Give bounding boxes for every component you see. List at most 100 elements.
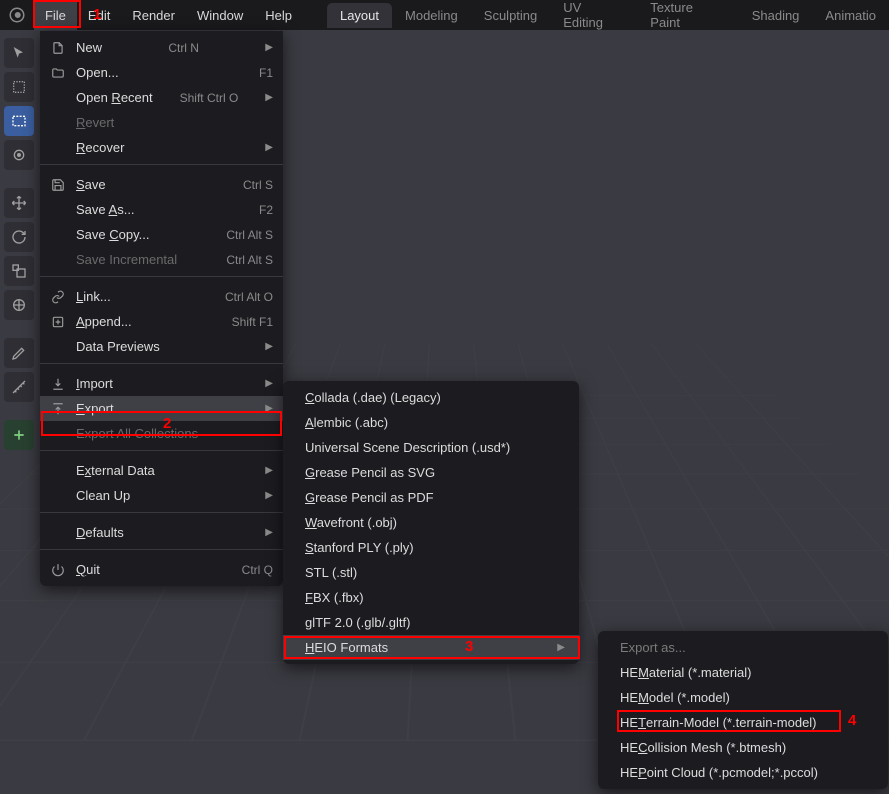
submenu-arrow-icon: ▶: [265, 465, 273, 476]
menu-item-label: Open...: [76, 65, 119, 80]
heio-he-material-material[interactable]: HE Material (*.material): [598, 660, 888, 685]
tool-annotate[interactable]: [4, 338, 34, 368]
submenu-arrow-icon: ▶: [557, 642, 565, 653]
submenu-item-label: glTF 2.0 (.glb/.gltf): [305, 615, 410, 630]
tool-add[interactable]: [4, 420, 34, 450]
file-menu-revert: Revert: [40, 110, 283, 135]
file-menu-save-as[interactable]: Save As...F2: [40, 197, 283, 222]
tool-select-box[interactable]: [4, 72, 34, 102]
heio-he-terrain-model-terrain-model[interactable]: HE Terrain-Model (*.terrain-model): [598, 710, 888, 735]
heio-he-collision-mesh-btmesh[interactable]: HE Collision Mesh (*.btmesh): [598, 735, 888, 760]
menu-item-label: Save Copy...: [76, 227, 149, 242]
menu-item-label: External Data: [76, 463, 155, 478]
tool-move[interactable]: [4, 188, 34, 218]
export-gltf-2-0-glb-gltf[interactable]: glTF 2.0 (.glb/.gltf): [283, 610, 579, 635]
file-menu-new[interactable]: NewCtrl N▶: [40, 35, 283, 60]
menu-item-label: Data Previews: [76, 339, 160, 354]
export-wavefront-obj[interactable]: Wavefront (.obj): [283, 510, 579, 535]
file-menu-defaults[interactable]: Defaults▶: [40, 520, 283, 545]
tab-texture-paint[interactable]: Texture Paint: [637, 0, 738, 35]
export-fbx-fbx[interactable]: FBX (.fbx): [283, 585, 579, 610]
menu-item-label: Save As...: [76, 202, 135, 217]
menu-separator: [40, 450, 283, 458]
file-menu-quit[interactable]: Quit Ctrl Q: [40, 557, 283, 582]
menu-separator: [40, 512, 283, 520]
menu-file[interactable]: File: [34, 0, 77, 30]
export-stl-stl[interactable]: STL (.stl): [283, 560, 579, 585]
menu-window[interactable]: Window: [186, 0, 254, 30]
menu-item-label: Append...: [76, 314, 132, 329]
submenu-item-label: Grease Pencil as SVG: [305, 465, 435, 480]
menu-separator: [40, 164, 283, 172]
tab-layout[interactable]: Layout: [327, 3, 392, 28]
tool-active[interactable]: [4, 106, 34, 136]
export-stanford-ply-ply[interactable]: Stanford PLY (.ply): [283, 535, 579, 560]
menu-item-label: Clean Up: [76, 488, 130, 503]
menu-separator: [40, 363, 283, 371]
menu-separator: [40, 276, 283, 284]
export-universal-scene-description-usd[interactable]: Universal Scene Description (.usd*): [283, 435, 579, 460]
menu-item-label: Import: [76, 376, 113, 391]
file-menu-external-data[interactable]: External Data ▶: [40, 458, 283, 483]
submenu-arrow-icon: ▶: [265, 378, 273, 389]
submenu-item-label: Collada (.dae) (Legacy): [305, 390, 441, 405]
file-menu-data-previews[interactable]: Data Previews▶: [40, 334, 283, 359]
menu-item-label: Export: [76, 401, 114, 416]
file-menu-export-all-collections: Export All Collections: [40, 421, 283, 446]
menu-shortcut: Shift Ctrl O: [180, 91, 239, 105]
main-menu: FileEditRenderWindowHelp: [34, 0, 303, 30]
menu-shortcut: Ctrl Alt O: [225, 290, 273, 304]
tab-sculpting[interactable]: Sculpting: [471, 3, 550, 28]
tab-uv-editing[interactable]: UV Editing: [550, 0, 637, 35]
tab-modeling[interactable]: Modeling: [392, 3, 471, 28]
file-menu-recover[interactable]: Recover▶: [40, 135, 283, 160]
tool-cursor-3d[interactable]: [4, 140, 34, 170]
file-menu-open-recent[interactable]: Open RecentShift Ctrl O▶: [40, 85, 283, 110]
tool-scale[interactable]: [4, 256, 34, 286]
menu-shortcut: Ctrl Q: [242, 563, 273, 577]
file-menu-save[interactable]: Save Ctrl S: [40, 172, 283, 197]
submenu-item-label: HEIO Formats: [305, 640, 388, 655]
menu-item-label: Defaults: [76, 525, 124, 540]
file-menu-link[interactable]: Link...Ctrl Alt O: [40, 284, 283, 309]
file-menu-save-copy[interactable]: Save Copy...Ctrl Alt S: [40, 222, 283, 247]
menu-item-label: Export All Collections: [76, 426, 198, 441]
export-grease-pencil-as-pdf[interactable]: Grease Pencil as PDF: [283, 485, 579, 510]
menu-item-label: Open Recent: [76, 90, 153, 105]
submenu-arrow-icon: ▶: [265, 142, 273, 153]
left-toolbar: [4, 38, 36, 450]
file-menu-append[interactable]: Append...Shift F1: [40, 309, 283, 334]
tool-cursor[interactable]: [4, 38, 34, 68]
file-menu-open[interactable]: Open...F1: [40, 60, 283, 85]
power-icon: [50, 562, 66, 578]
menu-shortcut: Ctrl S: [243, 178, 273, 192]
export-heio-formats[interactable]: HEIO Formats ▶: [283, 635, 579, 660]
heio-he-model-model[interactable]: HE Model (*.model): [598, 685, 888, 710]
tool-rotate[interactable]: [4, 222, 34, 252]
menu-item-label: Save: [76, 177, 106, 192]
submenu-item-label: FBX (.fbx): [305, 590, 364, 605]
export-alembic-abc[interactable]: Alembic (.abc): [283, 410, 579, 435]
export-collada-dae-legacy[interactable]: Collada (.dae) (Legacy): [283, 385, 579, 410]
menu-item-label: Quit: [76, 562, 100, 577]
menu-render[interactable]: Render: [121, 0, 186, 30]
tab-animatio[interactable]: Animatio: [812, 3, 889, 28]
submenu-item-label: Alembic (.abc): [305, 415, 388, 430]
annotation-num-2: 2: [163, 415, 171, 432]
link-icon: [50, 289, 66, 305]
export-grease-pencil-as-svg[interactable]: Grease Pencil as SVG: [283, 460, 579, 485]
menu-item-label: Revert: [76, 115, 114, 130]
file-menu-export[interactable]: Export▶: [40, 396, 283, 421]
menu-help[interactable]: Help: [254, 0, 303, 30]
heio-he-point-cloud-pcmodel-pccol[interactable]: HE Point Cloud (*.pcmodel;*.pccol): [598, 760, 888, 785]
top-menu-bar: FileEditRenderWindowHelp LayoutModelingS…: [0, 0, 889, 30]
menu-shortcut: Ctrl Alt S: [226, 253, 273, 267]
file-menu-import[interactable]: Import ▶: [40, 371, 283, 396]
workspace-tabs: LayoutModelingSculptingUV EditingTexture…: [327, 0, 889, 35]
file-menu-clean-up[interactable]: Clean Up▶: [40, 483, 283, 508]
import-icon: [50, 376, 66, 392]
tool-transform[interactable]: [4, 290, 34, 320]
tool-measure[interactable]: [4, 372, 34, 402]
export-icon: [50, 401, 66, 417]
tab-shading[interactable]: Shading: [739, 3, 813, 28]
